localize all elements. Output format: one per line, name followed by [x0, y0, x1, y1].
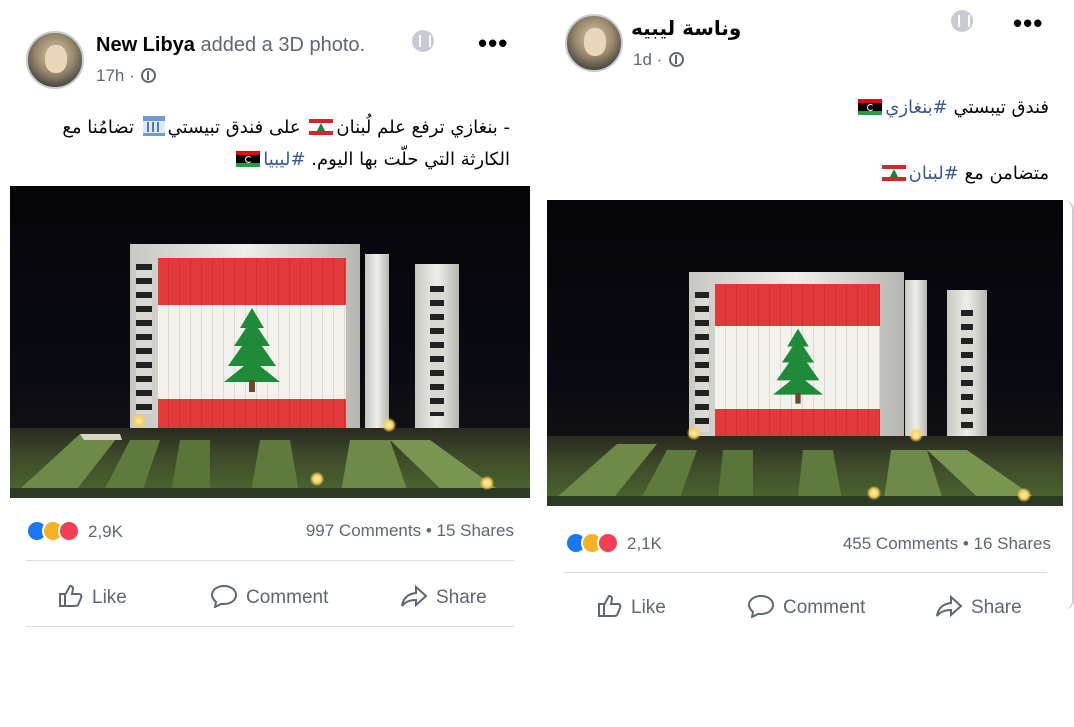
avatar[interactable]	[26, 31, 84, 89]
timestamp[interactable]: 17h ·	[96, 66, 139, 85]
info-badge-icon	[951, 10, 973, 32]
share-icon	[401, 584, 428, 608]
author-line: وناسة ليبيه	[631, 16, 741, 40]
post-text-line: الكارثة التي حلّت بها اليوم. #ليبيا	[10, 144, 510, 176]
info-badge-icon	[412, 30, 434, 52]
lebanon-flag-projection	[158, 258, 346, 446]
share-label: Share	[436, 587, 487, 608]
more-icon[interactable]: •••	[1013, 10, 1043, 36]
post-left: New Libya added a 3D photo. 17h · ••• - …	[10, 18, 530, 630]
cedar-icon	[224, 308, 280, 392]
post-photo[interactable]	[10, 186, 530, 498]
divider	[26, 626, 514, 627]
text-segment: - بنغازي ترفع علم لُبنان	[336, 117, 510, 138]
text-segment: فندق تيبستي	[947, 97, 1049, 118]
hashtag-link[interactable]: #ليبيا	[263, 149, 305, 170]
like-icon	[598, 594, 622, 617]
scroll-edge	[1062, 200, 1074, 610]
post-header: وناسة ليبيه 1d · •••	[547, 6, 1063, 76]
like-label: Like	[631, 597, 666, 618]
reactions-summary[interactable]: 2,9K	[26, 518, 166, 546]
comment-button[interactable]: Comment	[747, 594, 865, 619]
divider	[563, 572, 1047, 573]
post-text-line: - بنغازي ترفع علم لُبنان على فندق تبيستي…	[10, 112, 510, 144]
like-label: Like	[92, 587, 127, 608]
post-action: added a 3D photo.	[194, 34, 366, 56]
comment-label: Comment	[246, 587, 329, 608]
libya-flag-icon	[236, 151, 261, 167]
bank-icon	[142, 116, 165, 136]
comment-icon	[210, 584, 238, 609]
stairs-graphic	[10, 434, 530, 498]
text-segment: الكارثة التي حلّت بها اليوم.	[305, 149, 510, 170]
comments-shares[interactable]: 455 Comments • 16 Shares	[843, 534, 1051, 554]
author-name[interactable]: وناسة ليبيه	[631, 16, 741, 40]
lebanon-flag-icon	[881, 165, 906, 181]
cedar-icon	[773, 328, 823, 404]
like-icon	[59, 584, 83, 607]
globe-icon	[141, 68, 157, 83]
hashtag-link[interactable]: #لبنان	[909, 163, 959, 184]
comment-icon	[747, 594, 775, 619]
avatar[interactable]	[565, 14, 623, 72]
more-icon[interactable]: •••	[478, 30, 508, 56]
comments-shares[interactable]: 997 Comments • 15 Shares	[306, 521, 514, 541]
lebanon-flag-projection	[715, 284, 880, 450]
divider	[26, 560, 514, 561]
reaction-count: 2,1K	[627, 534, 662, 553]
post-right: وناسة ليبيه 1d · ••• فندق تيبستي #بنغازي…	[547, 6, 1063, 630]
post-text: - بنغازي ترفع علم لُبنان على فندق تبيستي…	[10, 112, 510, 176]
post-time[interactable]: 1d ·	[633, 50, 685, 70]
love-reaction-icon	[597, 532, 619, 554]
text-segment: تضامُنا مع	[62, 117, 140, 138]
text-segment: متضامن مع	[958, 163, 1049, 184]
reactions-summary[interactable]: 2,1K	[565, 530, 705, 558]
share-label: Share	[971, 597, 1022, 618]
libya-flag-icon	[858, 99, 883, 115]
like-button[interactable]: Like	[58, 584, 127, 609]
share-button[interactable]: Share	[400, 584, 487, 609]
comment-label: Comment	[783, 597, 866, 618]
like-button[interactable]: Like	[597, 594, 666, 619]
text-segment: على فندق تبيستي	[167, 117, 307, 138]
timestamp[interactable]: 1d ·	[633, 50, 667, 69]
author-line: New Libya added a 3D photo.	[96, 34, 365, 57]
post-text-line: فندق تيبستي #بنغازي	[569, 92, 1049, 124]
share-icon	[936, 594, 963, 618]
globe-icon	[669, 52, 685, 67]
post-text-line: متضامن مع #لبنان	[569, 158, 1049, 190]
post-text: فندق تيبستي #بنغازي متضامن مع #لبنان	[569, 92, 1049, 190]
hashtag-link[interactable]: #بنغازي	[885, 97, 947, 118]
lebanon-flag-icon	[309, 119, 334, 135]
post-header: New Libya added a 3D photo. 17h · •••	[10, 18, 530, 89]
share-button[interactable]: Share	[935, 594, 1022, 619]
stairs-graphic	[547, 444, 1063, 506]
comment-button[interactable]: Comment	[210, 584, 328, 609]
post-photo[interactable]	[547, 200, 1063, 506]
reaction-count: 2,9K	[88, 522, 123, 541]
author-name[interactable]: New Libya	[96, 34, 195, 56]
post-time[interactable]: 17h ·	[96, 66, 157, 86]
love-reaction-icon	[58, 520, 80, 542]
